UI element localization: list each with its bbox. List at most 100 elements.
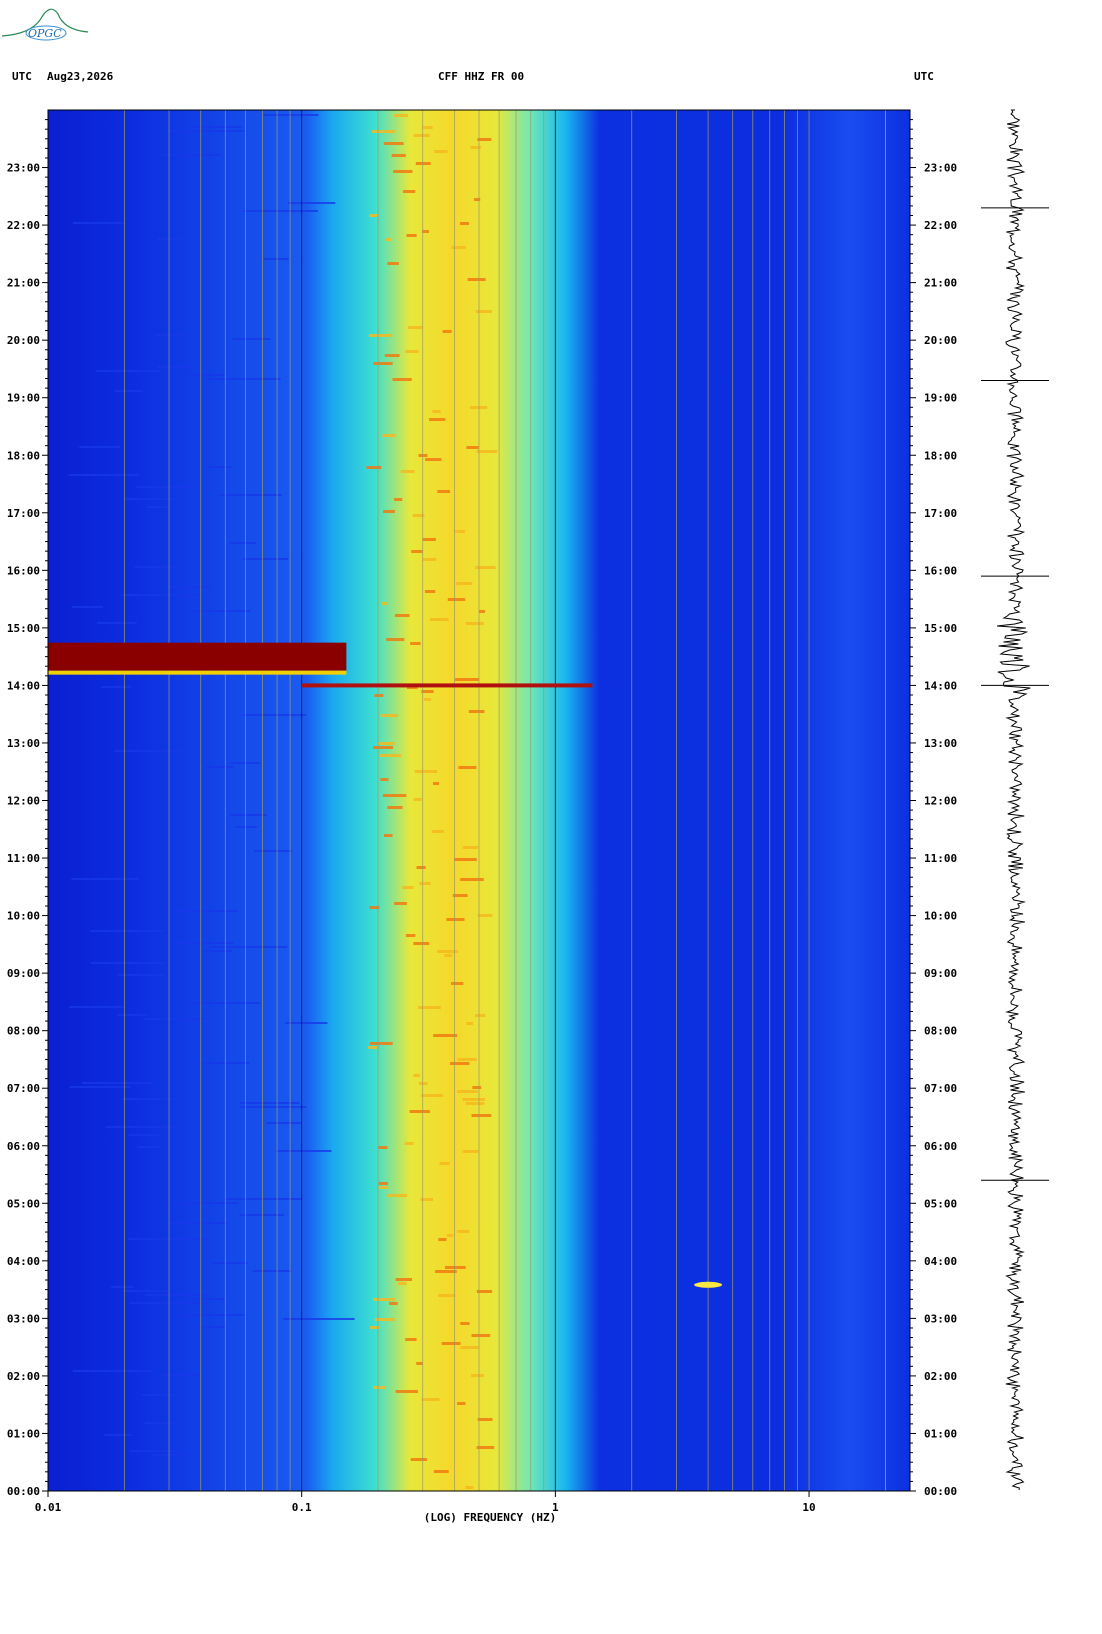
low-freq-streak — [283, 1318, 355, 1320]
y-tick-label-right: 04:00 — [924, 1255, 957, 1268]
power-streak — [425, 458, 442, 461]
low-freq-streak — [117, 1014, 147, 1016]
y-tick-label-right: 16:00 — [924, 564, 957, 577]
power-streak — [386, 1194, 407, 1197]
y-tick-label-left: 14:00 — [7, 679, 40, 692]
power-streak — [470, 406, 488, 409]
low-freq-streak — [72, 222, 125, 224]
power-streak — [382, 510, 395, 513]
low-freq-streak — [96, 622, 137, 624]
y-tick-label-right: 08:00 — [924, 1025, 957, 1038]
y-tick-label-right: 11:00 — [924, 852, 957, 865]
power-streak — [382, 434, 396, 437]
low-freq-streak — [122, 1098, 173, 1100]
power-streak — [415, 162, 431, 165]
power-streak — [474, 1014, 486, 1017]
power-streak — [369, 1042, 393, 1045]
power-streak — [380, 778, 389, 781]
y-tick-label-left: 13:00 — [7, 737, 40, 750]
power-streak — [420, 1198, 434, 1201]
power-streak — [462, 846, 478, 849]
low-freq-streak — [143, 1018, 206, 1020]
low-freq-streak — [105, 1126, 176, 1128]
low-freq-streak — [69, 1006, 124, 1008]
low-freq-streak — [254, 850, 293, 852]
low-freq-streak — [192, 126, 242, 128]
power-streak — [418, 1006, 441, 1009]
power-streak — [378, 1182, 389, 1185]
power-streak — [472, 1086, 482, 1089]
power-streak — [389, 1302, 398, 1305]
power-streak — [366, 466, 382, 469]
power-streak — [460, 1322, 470, 1325]
low-freq-streak — [136, 486, 194, 488]
power-streak — [475, 310, 492, 313]
low-freq-streak — [79, 446, 121, 448]
y-tick-label-right: 17:00 — [924, 507, 957, 520]
power-streak — [454, 530, 465, 533]
low-freq-streak — [203, 950, 232, 952]
power-streak — [384, 834, 393, 837]
low-freq-streak — [210, 946, 288, 948]
y-tick-label-left: 19:00 — [7, 392, 40, 405]
power-streak — [410, 642, 421, 645]
power-streak — [457, 1090, 478, 1093]
low-freq-streak — [121, 594, 199, 596]
power-streak — [421, 1398, 440, 1401]
power-streak — [373, 1298, 395, 1301]
event-spot — [694, 1281, 723, 1288]
power-streak — [441, 1342, 461, 1345]
low-freq-streak — [197, 1062, 250, 1064]
low-freq-streak — [104, 1434, 132, 1436]
low-freq-streak — [68, 474, 140, 476]
low-freq-streak — [82, 1082, 152, 1084]
y-tick-label-right: 13:00 — [924, 737, 957, 750]
y-tick-label-left: 15:00 — [7, 622, 40, 635]
power-streak — [383, 142, 404, 145]
low-freq-streak — [90, 930, 163, 932]
power-streak — [437, 490, 451, 493]
seismogram-trace — [981, 109, 1049, 1491]
low-freq-streak — [125, 498, 175, 500]
low-freq-streak — [207, 378, 281, 380]
power-streak — [477, 914, 493, 917]
low-freq-streak — [144, 1422, 175, 1424]
power-streak — [393, 170, 413, 173]
power-streak — [467, 278, 486, 281]
low-freq-streak — [101, 686, 132, 688]
power-streak — [402, 886, 414, 889]
low-freq-streak — [157, 366, 192, 368]
power-streak — [477, 138, 492, 141]
power-streak — [432, 782, 440, 785]
power-streak — [475, 566, 496, 569]
y-tick-label-left: 17:00 — [7, 507, 40, 520]
low-freq-streak — [137, 1146, 162, 1148]
power-streak — [432, 410, 441, 413]
power-streak — [413, 134, 430, 137]
low-freq-streak — [111, 1286, 134, 1288]
low-freq-streak — [114, 390, 143, 392]
power-streak — [439, 1162, 450, 1165]
power-streak — [405, 1338, 417, 1341]
power-streak — [387, 262, 399, 265]
y-tick-label-right: 21:00 — [924, 277, 957, 290]
power-streak — [459, 222, 469, 225]
low-freq-streak — [129, 1450, 181, 1452]
power-streak — [392, 378, 412, 381]
power-streak — [373, 362, 393, 365]
power-streak — [433, 1034, 458, 1037]
power-streak — [422, 538, 436, 541]
power-streak — [454, 858, 477, 861]
y-tick-label-right: 12:00 — [924, 795, 957, 808]
y-tick-label-left: 12:00 — [7, 795, 40, 808]
low-freq-streak — [115, 750, 184, 752]
power-streak — [400, 470, 415, 473]
power-streak — [395, 1278, 413, 1281]
y-tick-label-right: 02:00 — [924, 1370, 957, 1383]
power-streak — [465, 1486, 474, 1489]
power-streak — [460, 1346, 479, 1349]
power-streak — [468, 710, 485, 713]
low-freq-streak — [276, 1150, 332, 1152]
low-freq-streak — [244, 210, 318, 212]
low-freq-streak — [141, 1394, 174, 1396]
